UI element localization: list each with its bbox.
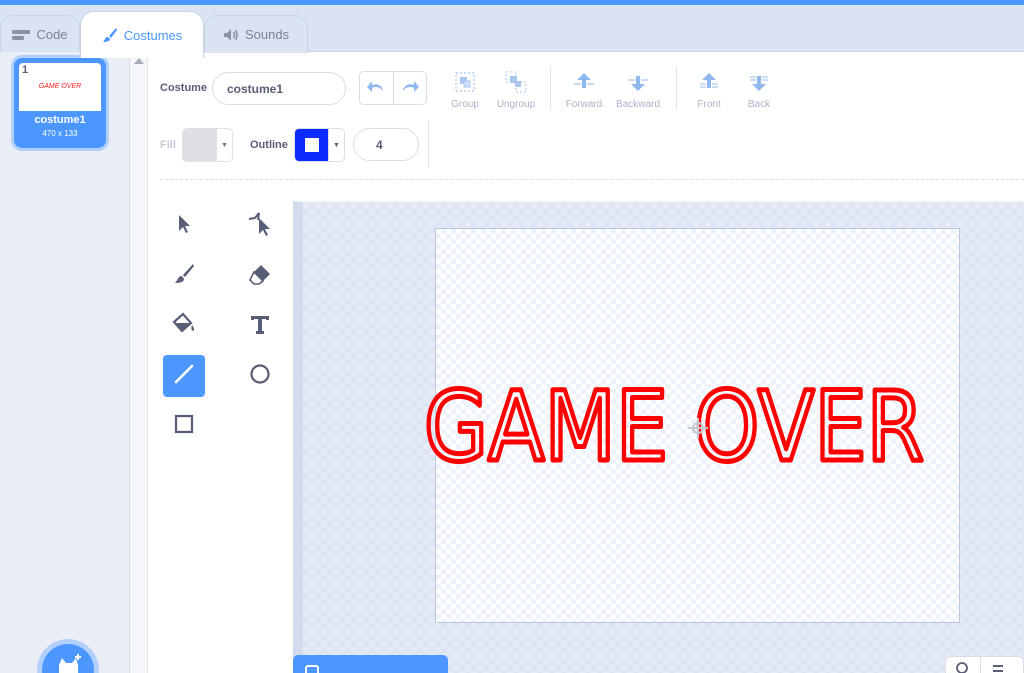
outline-square-icon — [304, 138, 319, 152]
ungroup-button[interactable]: Ungroup — [486, 69, 546, 110]
paintbrush-icon — [102, 27, 118, 43]
costume-thumbnail: 1 GAME OVER — [19, 63, 101, 111]
redo-button[interactable] — [392, 72, 427, 104]
text-t-icon — [249, 313, 271, 340]
square-icon — [172, 412, 196, 441]
backward-icon — [626, 71, 650, 96]
convert-to-bitmap-button[interactable] — [293, 655, 448, 673]
fill-color-picker[interactable]: ▼ — [182, 128, 233, 162]
eraser-icon — [248, 263, 272, 290]
toolbar-separator — [160, 179, 1024, 180]
ungroup-icon — [505, 71, 527, 96]
fill-tool[interactable] — [163, 305, 205, 347]
zoom-out-button[interactable] — [946, 657, 980, 673]
bitmap-icon — [305, 665, 319, 673]
text-tool[interactable] — [239, 305, 281, 347]
equals-icon — [991, 662, 1005, 673]
toolbar-divider — [550, 66, 551, 110]
backward-label: Backward — [616, 99, 660, 110]
caret-down-icon: ▼ — [221, 141, 228, 149]
undo-redo-group — [359, 71, 427, 105]
costume-size: 470 x 133 — [42, 129, 78, 138]
redo-icon — [401, 79, 419, 98]
forward-icon — [572, 71, 596, 96]
costume-name: costume1 — [34, 114, 86, 126]
outline-label: Outline — [250, 139, 288, 151]
game-over-text: GAME OVER — [424, 371, 924, 480]
caret-down-icon: ▼ — [333, 141, 340, 149]
magnifier-icon — [955, 661, 971, 673]
brush-icon — [173, 263, 195, 290]
zoom-reset-button[interactable] — [980, 657, 1014, 673]
costume-name-label: Costume — [160, 82, 208, 94]
costume-number: 1 — [22, 64, 29, 76]
brush-tool[interactable] — [163, 255, 205, 297]
line-tool[interactable] — [163, 355, 205, 397]
back-icon — [747, 71, 771, 96]
forward-button[interactable]: Forward — [554, 69, 614, 110]
tab-code-label: Code — [36, 27, 68, 42]
fill-swatch — [183, 129, 217, 161]
group-label: Group — [451, 99, 479, 110]
front-label: Front — [697, 99, 721, 110]
costume-tile[interactable]: 1 GAME OVER costume1 470 x 133 — [14, 58, 106, 148]
editor-tabs: Code Costumes Sounds — [0, 5, 1024, 58]
toolbar-divider — [428, 120, 429, 168]
tab-sounds-label: Sounds — [244, 27, 290, 42]
paint-bucket-icon — [171, 311, 197, 341]
code-icon — [12, 29, 31, 41]
circle-tool[interactable] — [239, 355, 281, 397]
outline-swatch — [295, 129, 329, 161]
outline-color-picker[interactable]: ▼ — [294, 128, 345, 162]
front-icon — [697, 71, 721, 96]
ungroup-label: Ungroup — [496, 99, 536, 110]
back-label: Back — [747, 99, 771, 110]
rectangle-tool[interactable] — [163, 405, 205, 447]
fill-label: Fill — [160, 139, 176, 151]
undo-icon — [367, 79, 385, 98]
tab-costumes-label: Costumes — [123, 27, 183, 43]
tab-sounds[interactable]: Sounds — [204, 15, 308, 53]
game-over-vector-text[interactable]: GAME OVER — [422, 369, 944, 486]
costume-name-input[interactable] — [212, 72, 346, 105]
speaker-icon — [223, 28, 239, 42]
scroll-up-arrow-icon[interactable] — [134, 58, 144, 64]
choose-costume-button[interactable] — [42, 644, 94, 673]
costume-list-scrollbar[interactable] — [130, 52, 148, 673]
circle-icon — [248, 362, 272, 391]
reshape-tool[interactable] — [239, 205, 281, 247]
group-icon — [454, 71, 476, 96]
forward-label: Forward — [565, 99, 603, 110]
toolbar-divider — [676, 66, 677, 110]
arrow-cursor-icon — [175, 213, 193, 240]
undo-button[interactable] — [360, 72, 393, 104]
tab-costumes[interactable]: Costumes — [80, 11, 204, 58]
reshape-cursor-icon — [247, 210, 273, 243]
back-button[interactable]: Back — [729, 69, 789, 110]
line-icon — [172, 362, 196, 391]
outline-width-input[interactable] — [353, 128, 419, 161]
tab-code[interactable]: Code — [0, 15, 80, 53]
rotation-center-icon[interactable] — [688, 418, 708, 443]
backward-button[interactable]: Backward — [608, 69, 668, 110]
eraser-tool[interactable] — [239, 255, 281, 297]
select-tool[interactable] — [163, 205, 205, 247]
costume-thumbnail-text: GAME OVER — [38, 83, 82, 90]
zoom-controls — [945, 656, 1024, 673]
